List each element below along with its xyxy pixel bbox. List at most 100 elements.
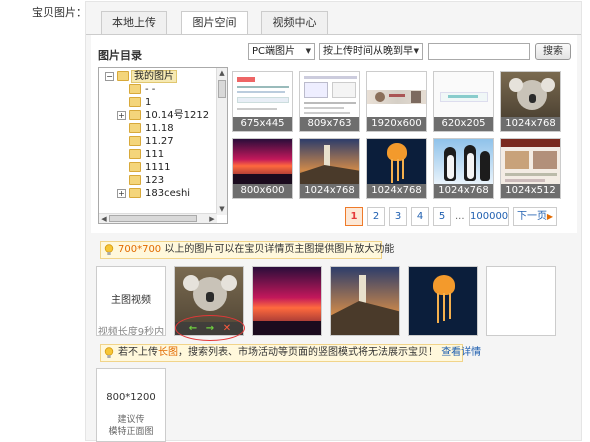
tree-item[interactable]: 111: [99, 148, 217, 161]
page-4-button[interactable]: 4: [411, 207, 429, 226]
zoom-tip-message: 以上的图片可以在宝贝详情页主图提供图片放大功能: [164, 244, 395, 255]
thumbnail-image: [367, 139, 426, 184]
chevron-down-icon: ▼: [305, 47, 311, 55]
main-image-jellyfish: [409, 267, 477, 335]
expand-icon[interactable]: +: [117, 111, 126, 120]
image-thumbnail[interactable]: 1024x768: [366, 138, 427, 199]
tree-item[interactable]: + 183ceshi: [99, 187, 217, 200]
image-thumbnail[interactable]: 675x445: [232, 71, 293, 132]
directory-title: 图片目录: [98, 49, 142, 62]
tree-item-label: 1111: [145, 162, 171, 173]
tree-vertical-scrollbar[interactable]: ▲ ▼: [216, 68, 227, 215]
field-label-text: 宝贝图片：: [32, 6, 87, 19]
image-size-label: 1024x768: [434, 184, 493, 198]
image-thumbnail[interactable]: 1024x768: [299, 138, 360, 199]
portrait-hint: 建议传 模特正面图: [97, 414, 165, 438]
search-input[interactable]: [428, 43, 530, 60]
expand-icon[interactable]: +: [117, 189, 126, 198]
page-1-button[interactable]: 1: [345, 207, 363, 226]
tree-item[interactable]: - -: [99, 83, 217, 96]
image-thumbnail[interactable]: 1920x600: [366, 71, 427, 132]
thumbnail-image: [501, 139, 560, 184]
image-size-label: 1024x768: [300, 184, 359, 198]
scroll-right-icon[interactable]: ▶: [207, 214, 217, 223]
tree-item[interactable]: 123: [99, 174, 217, 187]
thumbnail-image: [367, 72, 426, 117]
page-2-button[interactable]: 2: [367, 207, 385, 226]
main-image-lighthouse: [331, 267, 399, 335]
main-video-title: 主图视频: [111, 295, 151, 306]
image-thumbnail[interactable]: 1024x512: [500, 138, 561, 199]
thumbnail-image: [233, 72, 292, 117]
image-size-label: 1024x768: [501, 117, 560, 131]
tree-item-label: - -: [145, 84, 156, 95]
image-thumbnail[interactable]: 1024x768: [433, 138, 494, 199]
thumbnail-image: [300, 72, 359, 117]
chevron-down-icon: ▼: [413, 47, 419, 55]
lightbulb-icon: [104, 244, 114, 255]
image-thumbnail[interactable]: 1024x768: [500, 71, 561, 132]
main-video-caption: 视频长度9秒内: [97, 327, 165, 336]
scrollbar-thumb[interactable]: [218, 80, 226, 98]
long-image-tip: 若不上传长图，搜索列表、市场活动等页面的竖图模式将无法展示宝贝！ 查看详情: [100, 344, 481, 362]
scroll-left-icon[interactable]: ◀: [99, 214, 109, 223]
tree-item[interactable]: 1: [99, 96, 217, 109]
tab-image-space[interactable]: 图片空间: [181, 11, 248, 35]
main-image-slot[interactable]: [408, 266, 478, 336]
tree-item[interactable]: 11.27: [99, 135, 217, 148]
folder-icon: [129, 149, 141, 159]
image-thumbnail[interactable]: 809x763: [299, 71, 360, 132]
image-thumbnail[interactable]: 800x600: [232, 138, 293, 199]
chevron-right-icon: ▶: [546, 212, 553, 221]
tree-horizontal-scrollbar[interactable]: ◀ ▶: [99, 213, 217, 223]
tree-item[interactable]: 1111: [99, 161, 217, 174]
long-image-tip-text: 若不上传长图，搜索列表、市场活动等页面的竖图模式将无法展示宝贝！ 查看详情: [118, 345, 481, 361]
collapse-icon[interactable]: −: [105, 72, 114, 81]
main-video-slot[interactable]: 主图视频 视频长度9秒内: [96, 266, 166, 336]
scroll-up-icon[interactable]: ▲: [217, 68, 227, 78]
tree-item-label: 11.27: [145, 136, 174, 147]
main-image-slot-empty[interactable]: [486, 266, 556, 336]
main-image-slot[interactable]: [330, 266, 400, 336]
folder-icon: [129, 84, 141, 94]
highlight-circle: [175, 315, 245, 341]
image-thumbnail[interactable]: 620x205: [433, 71, 494, 132]
tree-item-label: 10.14号1212: [145, 110, 210, 121]
tab-local-upload[interactable]: 本地上传: [101, 11, 167, 35]
folder-icon: [129, 110, 141, 120]
tab-video-center[interactable]: 视频中心: [261, 11, 328, 35]
long-tip-highlight: 长图: [158, 347, 178, 358]
image-size-label: 800x600: [233, 184, 292, 198]
search-button[interactable]: 搜索: [535, 43, 571, 60]
portrait-hint-line2: 模特正面图: [108, 427, 154, 437]
sort-select-value: 按上传时间从晚到早: [323, 46, 413, 57]
platform-select[interactable]: PC端图片 ▼: [248, 43, 315, 60]
page-3-button[interactable]: 3: [389, 207, 407, 226]
folder-icon: [129, 162, 141, 172]
tree-item-label: 123: [145, 175, 165, 186]
page-5-button[interactable]: 5: [433, 207, 451, 226]
tab-bar: 本地上传 图片空间 视频中心: [101, 11, 571, 35]
page-last-button[interactable]: 100000: [469, 207, 509, 226]
next-page-button[interactable]: 下一页 ▶: [513, 207, 557, 226]
tree-item-label: 11.18: [145, 123, 174, 134]
long-tip-pre: 若不上传: [118, 347, 158, 358]
tree-item[interactable]: + 10.14号1212: [99, 109, 217, 122]
view-details-link[interactable]: 查看详情: [441, 347, 481, 358]
thumbnail-image: [300, 139, 359, 185]
main-image-slot[interactable]: [252, 266, 322, 336]
portrait-hint-line1: 建议传: [117, 415, 145, 425]
directory-tree: − 我的图片 - - 1 + 10.14号1212 11.18 11.27 11…: [98, 67, 228, 224]
long-tip-post: ，搜索列表、市场活动等页面的竖图模式将无法展示宝贝！: [178, 347, 438, 358]
pagination-ellipsis: ...: [455, 211, 465, 222]
scrollbar-thumb[interactable]: [109, 215, 197, 222]
zoom-tip: 700*700 以上的图片可以在宝贝详情页主图提供图片放大功能: [100, 241, 394, 259]
scroll-down-icon[interactable]: ▼: [217, 204, 227, 214]
tree-item[interactable]: 11.18: [99, 122, 217, 135]
portrait-image-slot[interactable]: 800*1200 建议传 模特正面图: [96, 368, 166, 442]
image-size-label: 675x445: [233, 117, 292, 131]
image-size-label: 1920x600: [367, 117, 426, 131]
tree-item-label: 183ceshi: [145, 188, 191, 199]
tree-item-root[interactable]: − 我的图片: [99, 70, 217, 83]
sort-select[interactable]: 按上传时间从晚到早 ▼: [319, 43, 423, 60]
